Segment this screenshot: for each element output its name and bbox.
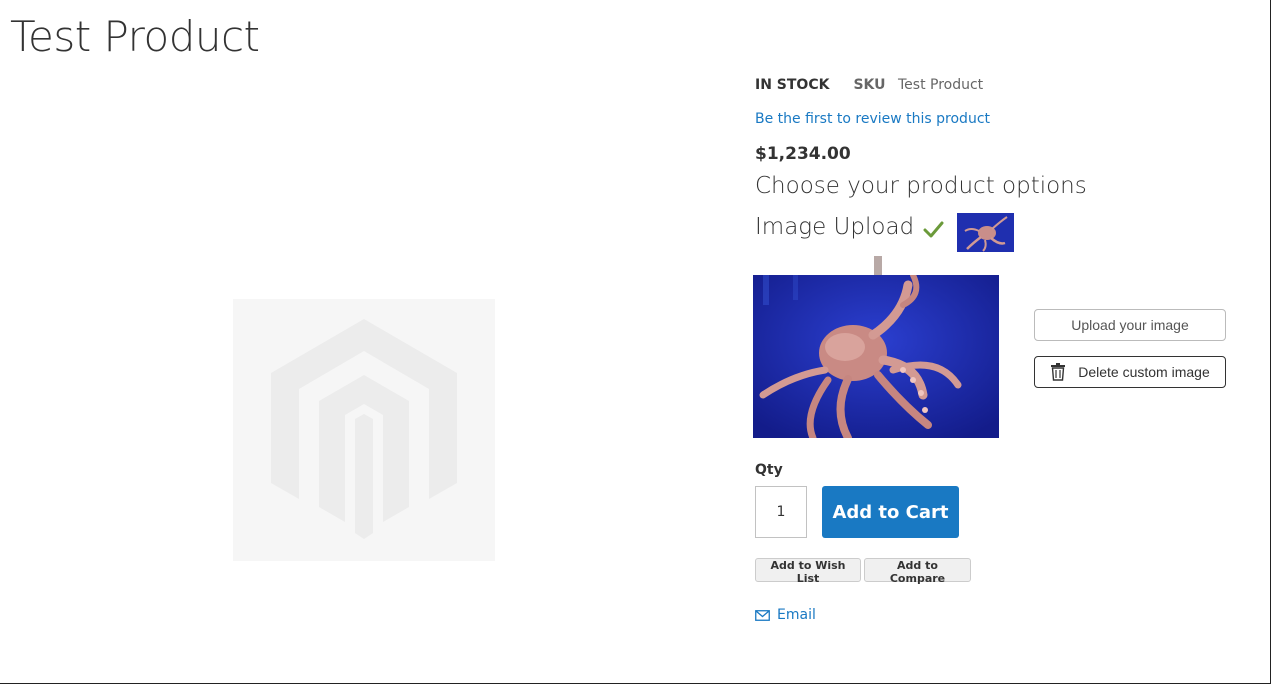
- uploaded-image-preview: [753, 256, 999, 438]
- sku: SKU Test Product: [853, 77, 983, 93]
- email-icon: [755, 609, 770, 621]
- add-to-compare-button[interactable]: Add to Compare: [864, 558, 971, 585]
- stock-sku-row: IN STOCK SKU Test Product: [755, 77, 983, 93]
- options-heading: Choose your product options: [755, 173, 1087, 199]
- magento-placeholder-logo: [271, 319, 457, 539]
- upload-image-button[interactable]: Upload your image: [1034, 309, 1226, 341]
- sku-label: SKU: [853, 77, 886, 93]
- add-to-wish-list-button[interactable]: Add to Wish List: [755, 558, 861, 585]
- preview-top-strip: [753, 256, 999, 275]
- page-frame: [0, 0, 1271, 684]
- check-icon: [923, 221, 944, 238]
- sku-value: Test Product: [897, 77, 984, 93]
- email-label: Email: [777, 607, 816, 623]
- qty-label: Qty: [755, 462, 783, 478]
- octopus-image: [753, 275, 999, 438]
- page-title: Test Product: [10, 12, 260, 61]
- review-link[interactable]: Be the first to review this product: [755, 111, 990, 127]
- email-link[interactable]: Email: [755, 607, 816, 623]
- stock-status: IN STOCK: [755, 77, 830, 93]
- qty-input[interactable]: [755, 486, 807, 538]
- product-image-placeholder[interactable]: [233, 299, 495, 561]
- image-upload-label: Image Upload: [755, 214, 915, 240]
- trash-icon: [1051, 363, 1066, 381]
- delete-image-label: Delete custom image: [1078, 364, 1210, 380]
- uploaded-image-thumbnail[interactable]: [957, 213, 1014, 252]
- delete-image-button[interactable]: Delete custom image: [1034, 356, 1226, 388]
- add-to-cart-button[interactable]: Add to Cart: [822, 486, 959, 538]
- price: $1,234.00: [755, 144, 851, 164]
